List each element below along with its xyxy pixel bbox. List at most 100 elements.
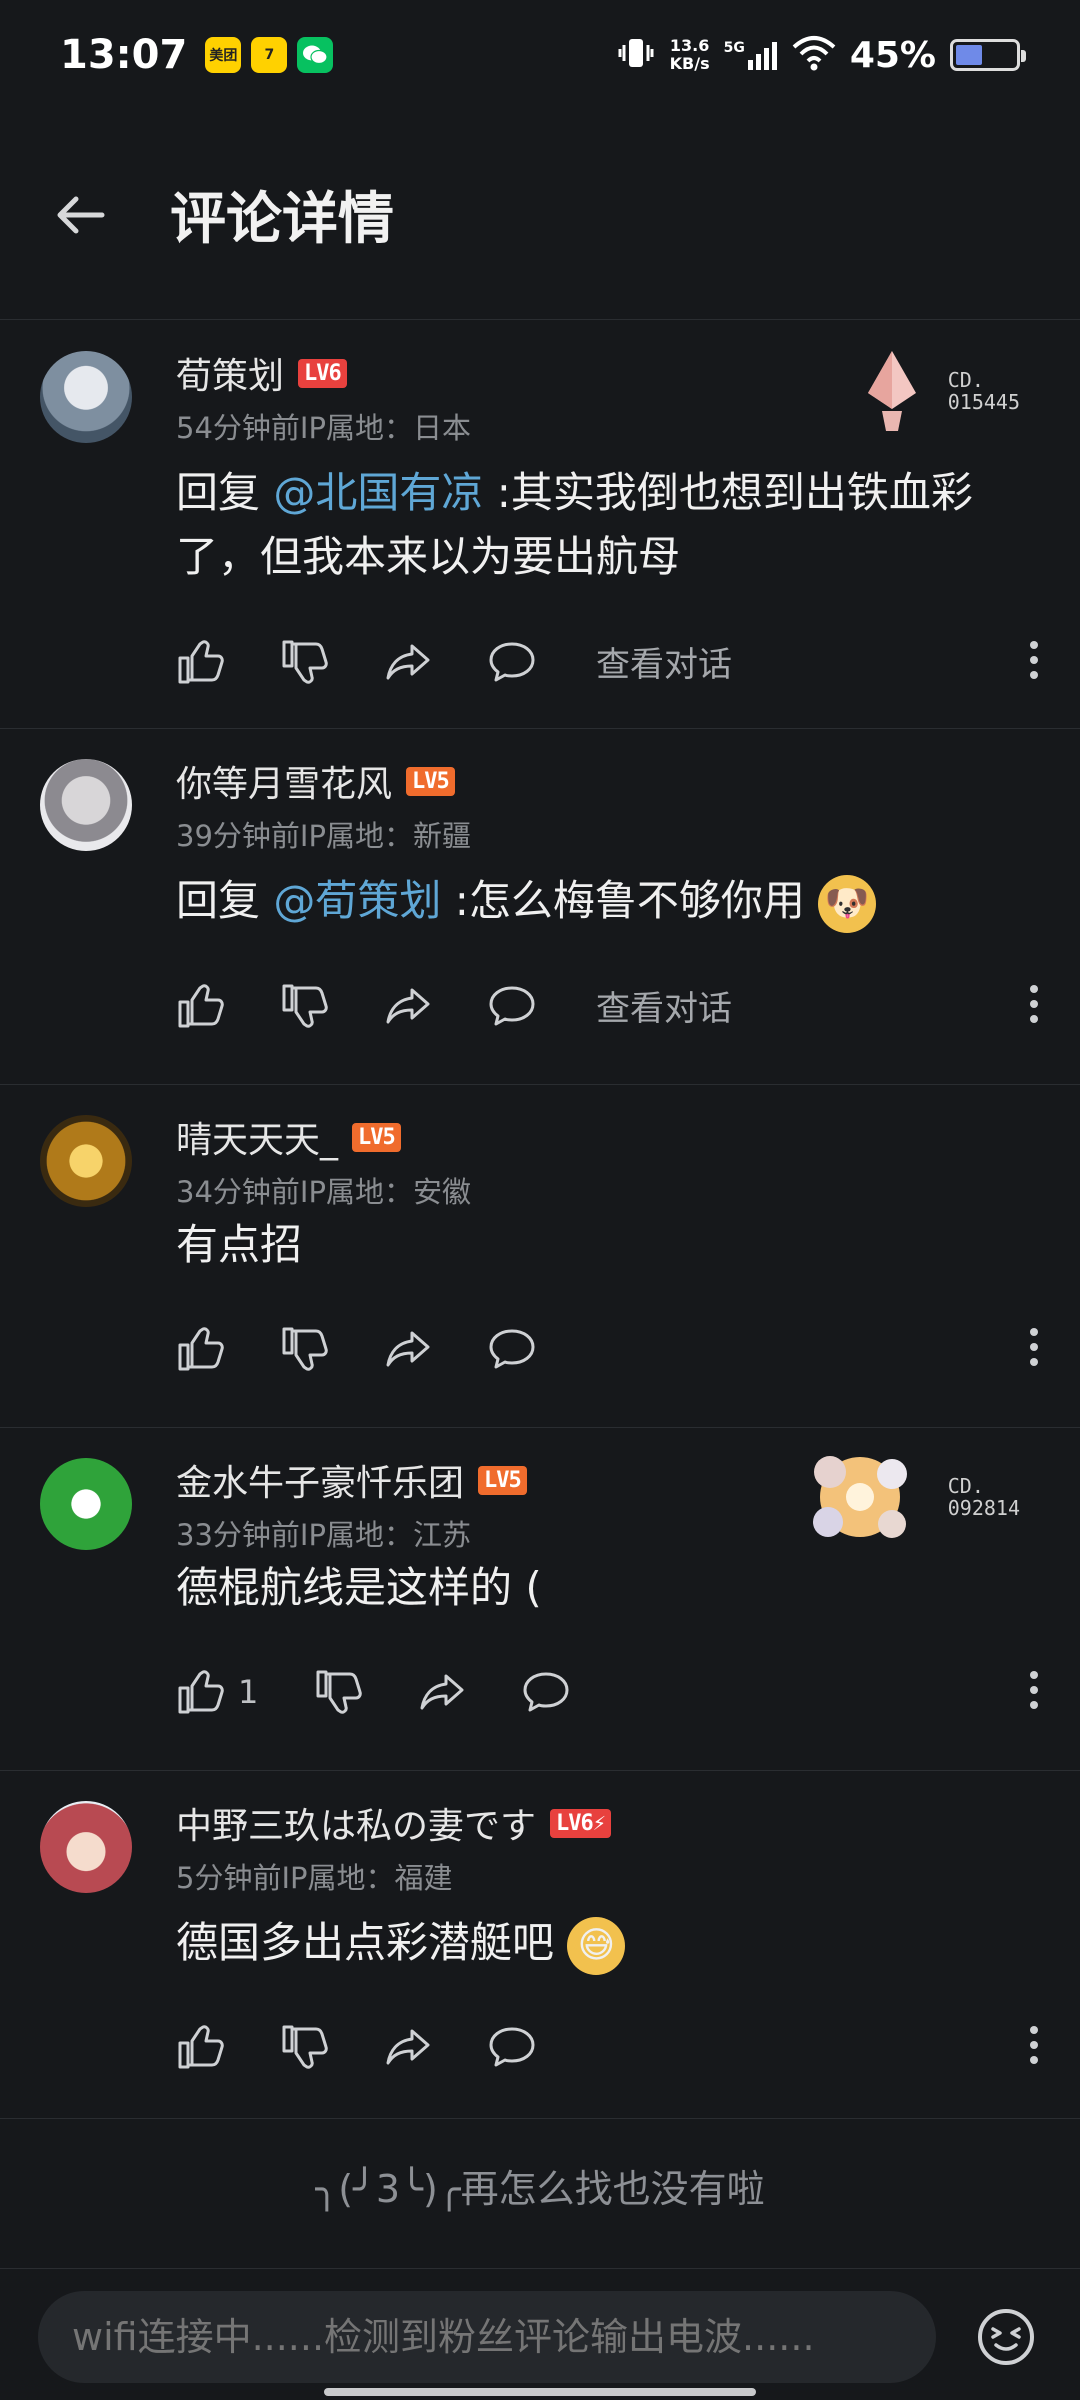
more-button[interactable] xyxy=(1028,1327,1040,1371)
share-button[interactable] xyxy=(384,2023,432,2071)
more-button[interactable] xyxy=(1028,2025,1040,2069)
more-button[interactable] xyxy=(1028,1670,1040,1714)
avatar[interactable] xyxy=(40,1801,132,1893)
battery-fill xyxy=(956,45,983,65)
level-badge: LV5 xyxy=(352,1122,401,1152)
comment-item: 荀策划 LV6 54分钟前IP属地：日本 CD. 015445 回复 @北国有凉… xyxy=(0,321,1080,729)
thumbs-up-icon xyxy=(178,639,224,683)
reply-button[interactable] xyxy=(488,982,536,1030)
doge-emoji: 🐶 xyxy=(818,874,877,933)
arrow-left-icon xyxy=(57,196,105,233)
share-button[interactable] xyxy=(384,1325,432,1373)
comment-actions xyxy=(176,1325,1040,1373)
emoji-button[interactable] xyxy=(976,2307,1036,2371)
reply-button[interactable] xyxy=(488,1325,536,1373)
comment-actions xyxy=(176,2023,1040,2071)
more-vertical-icon xyxy=(1030,1671,1038,1709)
back-button[interactable] xyxy=(0,187,170,243)
share-icon xyxy=(386,644,430,679)
badge-code: CD. 092814 xyxy=(947,1474,1020,1520)
thumbs-down-icon xyxy=(282,984,328,1028)
dislike-button[interactable] xyxy=(280,1325,328,1373)
page-title: 评论详情 xyxy=(170,187,394,252)
share-button[interactable] xyxy=(384,982,432,1030)
comment-meta: 5分钟前IP属地：福建 xyxy=(176,1861,453,1895)
share-icon xyxy=(386,988,430,1023)
more-button[interactable] xyxy=(1028,640,1040,684)
reply-button[interactable] xyxy=(488,638,536,686)
comment-text: 有点招 xyxy=(176,1220,303,1269)
level-badge: LV6 xyxy=(298,358,347,388)
more-vertical-icon xyxy=(1030,2026,1038,2064)
dislike-button[interactable] xyxy=(280,982,328,1030)
mention-link[interactable]: @荀策划 xyxy=(273,876,441,925)
share-button[interactable] xyxy=(384,638,432,686)
thumbs-up-icon xyxy=(178,2025,224,2069)
comment-input-bar xyxy=(0,2268,1080,2400)
thumbs-down-icon xyxy=(282,640,328,684)
more-vertical-icon xyxy=(1030,640,1038,679)
comment-item: 晴天天天_ LV5 34分钟前IP属地：安徽 有点招 xyxy=(0,1085,1080,1428)
like-button[interactable] xyxy=(176,1325,224,1373)
share-icon xyxy=(386,2029,430,2065)
reply-button[interactable] xyxy=(522,1668,570,1716)
dislike-button[interactable] xyxy=(280,638,328,686)
view-conversation-link[interactable]: 查看对话 xyxy=(596,981,732,1030)
comment-icon xyxy=(489,642,535,681)
like-button[interactable] xyxy=(176,2023,224,2071)
comment-meta: 33分钟前IP属地：江苏 xyxy=(176,1518,471,1552)
comment-meta: 34分钟前IP属地：安徽 xyxy=(176,1175,471,1209)
share-button[interactable] xyxy=(418,1668,466,1716)
home-indicator xyxy=(324,2388,756,2396)
username[interactable]: 中野三玖は私の妻です xyxy=(176,1797,536,1849)
avatar[interactable] xyxy=(40,351,132,443)
comment-item: 中野三玖は私の妻です LV6⚡ 5分钟前IP属地：福建 德国多出点彩潜艇吧 😅 xyxy=(0,1771,1080,2119)
comment-icon xyxy=(489,2027,535,2067)
status-time: 13:07 xyxy=(60,32,188,78)
thumbs-down-icon xyxy=(282,1327,328,1371)
thumbs-up-icon xyxy=(178,1670,224,1714)
comment-text: 回复 @北国有凉 :其实我倒也想到出铁血彩了，但我本来以为要出航母 xyxy=(176,468,973,581)
avatar[interactable] xyxy=(40,759,132,851)
comment-actions: 查看对话 xyxy=(176,637,1040,686)
avatar[interactable] xyxy=(40,1115,132,1207)
dislike-button[interactable] xyxy=(314,1668,363,1716)
dislike-button[interactable] xyxy=(280,2023,328,2071)
comment-list: 荀策划 LV6 54分钟前IP属地：日本 CD. 015445 回复 @北国有凉… xyxy=(0,321,1080,2119)
reply-button[interactable] xyxy=(488,2023,536,2071)
username[interactable]: 荀策划 xyxy=(176,347,284,399)
comment-meta: 39分钟前IP属地：新疆 xyxy=(176,819,471,853)
username[interactable]: 晴天天天_ xyxy=(176,1111,338,1163)
level-badge: LV5 xyxy=(478,1465,527,1495)
vibrate-icon xyxy=(616,33,656,77)
decoration-badge[interactable]: CD. 015445 xyxy=(864,349,1020,433)
like-button[interactable] xyxy=(176,638,224,686)
more-button[interactable] xyxy=(1028,984,1040,1028)
comment-actions: 1 xyxy=(176,1668,1040,1716)
comment-icon xyxy=(489,1329,535,1369)
view-conversation-link[interactable]: 查看对话 xyxy=(596,637,732,686)
battery-icon xyxy=(950,39,1026,71)
more-vertical-icon xyxy=(1030,1328,1038,1366)
like-button[interactable] xyxy=(176,982,224,1030)
sweat-smile-emoji: 😅 xyxy=(567,1916,626,1975)
badge-code: CD. 015445 xyxy=(947,368,1020,414)
wechat-icon xyxy=(297,37,334,73)
username[interactable]: 金水牛子豪忏乐团 xyxy=(176,1454,464,1506)
net-speed: 13.6 KB/s xyxy=(669,36,710,73)
avatar[interactable] xyxy=(40,1458,132,1550)
share-icon xyxy=(420,1674,464,1710)
crystal-icon xyxy=(867,351,916,431)
anime-group-badge-icon xyxy=(812,1456,907,1538)
like-button[interactable]: 1 xyxy=(176,1668,258,1716)
decoration-badge[interactable]: CD. 092814 xyxy=(800,1442,1020,1552)
like-count: 1 xyxy=(238,1673,259,1711)
mention-link[interactable]: @北国有凉 xyxy=(273,468,483,517)
thumbs-down-icon xyxy=(316,1670,363,1714)
comment-text: 回复 @荀策划 :怎么梅鲁不够你用 🐶 xyxy=(176,869,1036,933)
comment-text: 德国多出点彩潜艇吧 😅 xyxy=(176,1911,1036,1975)
signal-icon: 5G xyxy=(724,40,778,70)
comment-icon xyxy=(523,1672,569,1712)
comment-input[interactable] xyxy=(38,2291,936,2383)
username[interactable]: 你等月雪花风 xyxy=(176,755,392,807)
